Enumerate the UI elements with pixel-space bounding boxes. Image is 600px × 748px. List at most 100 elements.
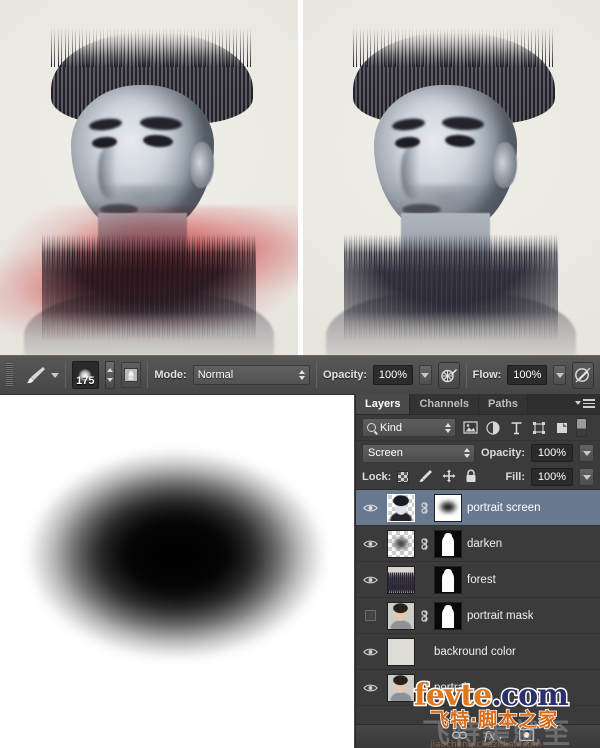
adjustment-filter-icon[interactable] <box>484 419 502 436</box>
portrait-artwork-right <box>302 0 600 355</box>
eye-icon <box>362 684 378 691</box>
panel-tab-row: Layers Channels Paths <box>356 394 600 415</box>
shape-filter-icon[interactable] <box>530 419 548 436</box>
layers-panel-footer: fx <box>356 724 600 748</box>
add-layer-mask-icon[interactable] <box>519 729 535 744</box>
layer-thumbnail[interactable] <box>387 637 415 666</box>
tablet-pressure-toggle-button[interactable] <box>572 361 594 389</box>
document-preview-with-mask[interactable] <box>0 0 298 355</box>
type-filter-icon[interactable] <box>507 419 525 436</box>
layer-mask-thumbnail[interactable] <box>434 529 462 558</box>
tab-layers[interactable]: Layers <box>356 394 411 414</box>
chevron-down-icon <box>582 474 591 480</box>
portrait-artwork-left <box>0 0 298 355</box>
layer-visibility-toggle[interactable] <box>358 575 382 585</box>
toolbar-grip[interactable] <box>6 363 13 387</box>
table-row[interactable]: forest <box>356 562 600 598</box>
opacity-dropdown-button[interactable] <box>418 365 432 385</box>
tab-paths[interactable]: Paths <box>479 394 528 414</box>
layer-name[interactable]: darken <box>467 538 502 550</box>
layer-thumbnail[interactable] <box>387 601 415 630</box>
divider <box>147 362 149 388</box>
layer-visibility-toggle[interactable] <box>358 539 382 549</box>
tab-channels[interactable]: Channels <box>410 394 479 414</box>
chevron-down-icon[interactable] <box>51 372 59 378</box>
lock-image-pixels-icon[interactable] <box>418 469 433 486</box>
layer-name[interactable]: portrait <box>434 682 470 694</box>
layer-opacity-label: Opacity: <box>480 447 525 459</box>
flow-input[interactable]: 100% <box>507 365 548 385</box>
smart-object-filter-icon[interactable] <box>553 419 571 436</box>
layer-name[interactable]: forest <box>467 574 496 586</box>
flow-dropdown-button[interactable] <box>553 365 567 385</box>
layer-name[interactable]: portrait mask <box>467 610 533 622</box>
table-row[interactable]: portrait screen <box>356 490 600 526</box>
panel-menu-icon[interactable] <box>575 399 595 408</box>
layer-mask-thumbnail[interactable] <box>434 565 462 594</box>
layer-blend-mode-select[interactable]: Screen <box>362 443 475 463</box>
lock-row: Lock: Fill: 100% <box>356 465 600 489</box>
blend-mode-row: Screen Opacity: 100% <box>356 441 600 465</box>
eye-icon <box>362 576 378 583</box>
layer-thumbnail[interactable] <box>387 565 415 594</box>
brush-icon <box>22 363 48 387</box>
airbrush-toggle-button[interactable] <box>437 361 460 389</box>
layer-filter-row: Kind <box>356 415 600 441</box>
layer-visibility-toggle[interactable] <box>358 610 382 621</box>
divider <box>465 362 467 388</box>
layer-thumbnail[interactable] <box>387 493 415 522</box>
mask-gradient-blob <box>0 440 326 660</box>
forest-torso <box>41 234 256 341</box>
layer-opacity-dropdown-button[interactable] <box>579 444 594 462</box>
layer-visibility-toggle[interactable] <box>358 683 382 693</box>
brush-size-value: 175 <box>76 375 95 387</box>
layer-visibility-toggle[interactable] <box>358 503 382 513</box>
select-arrows-icon <box>298 370 305 380</box>
chevron-down-icon <box>555 372 564 378</box>
brush-panel-toggle-button[interactable] <box>120 362 142 388</box>
stepper-down-icon[interactable] <box>106 378 113 382</box>
link-layers-icon[interactable] <box>452 730 467 744</box>
link-mask-icon[interactable] <box>420 501 429 515</box>
lock-position-icon[interactable] <box>442 469 456 486</box>
layer-thumbnail[interactable] <box>387 673 415 702</box>
eye-off-icon[interactable] <box>364 610 376 621</box>
table-row[interactable]: portrait <box>356 670 600 706</box>
layer-mask-thumbnail[interactable] <box>434 601 462 630</box>
lock-transparent-pixels-icon[interactable] <box>397 471 410 483</box>
link-mask-icon[interactable] <box>420 609 429 623</box>
brush-size-stepper[interactable] <box>104 361 115 389</box>
layer-mask-thumbnail[interactable] <box>434 493 462 522</box>
table-row[interactable]: portrait mask <box>356 598 600 634</box>
filter-kind-select[interactable]: Kind <box>362 418 456 437</box>
filter-kind-value: Kind <box>380 421 403 434</box>
fill-dropdown-button[interactable] <box>579 468 594 486</box>
layer-mask-preview-canvas[interactable] <box>0 395 355 748</box>
link-mask-icon[interactable] <box>420 537 429 551</box>
chevron-down-icon <box>582 450 591 456</box>
ear <box>492 142 517 189</box>
blend-mode-select[interactable]: Normal <box>192 365 310 385</box>
pixel-filter-icon[interactable] <box>461 419 479 436</box>
table-row[interactable]: backround color <box>356 634 600 670</box>
svg-text:fx: fx <box>484 729 495 742</box>
layer-style-fx-icon[interactable]: fx <box>483 729 502 745</box>
stepper-up-icon[interactable] <box>106 368 113 372</box>
opacity-input[interactable]: 100% <box>372 365 413 385</box>
layer-opacity-input[interactable]: 100% <box>531 444 573 462</box>
fill-input[interactable]: 100% <box>531 468 573 486</box>
brush-preset-picker[interactable] <box>22 363 59 387</box>
layer-thumbnail[interactable] <box>387 529 415 558</box>
layer-list[interactable]: portrait screen darken forest portrait m… <box>356 489 600 724</box>
layer-visibility-toggle[interactable] <box>358 647 382 657</box>
layer-name[interactable]: backround color <box>434 646 516 658</box>
brush-size-field[interactable]: 175 <box>72 361 99 389</box>
layer-opacity-value: 100% <box>537 447 567 459</box>
opacity-value: 100% <box>378 369 408 381</box>
blend-mode-value: Normal <box>197 369 234 381</box>
document-preview-final[interactable] <box>302 0 600 355</box>
layer-name[interactable]: portrait screen <box>467 502 541 514</box>
table-row[interactable]: darken <box>356 526 600 562</box>
filter-toggle-icon[interactable] <box>576 418 587 437</box>
lock-all-icon[interactable] <box>465 469 477 486</box>
